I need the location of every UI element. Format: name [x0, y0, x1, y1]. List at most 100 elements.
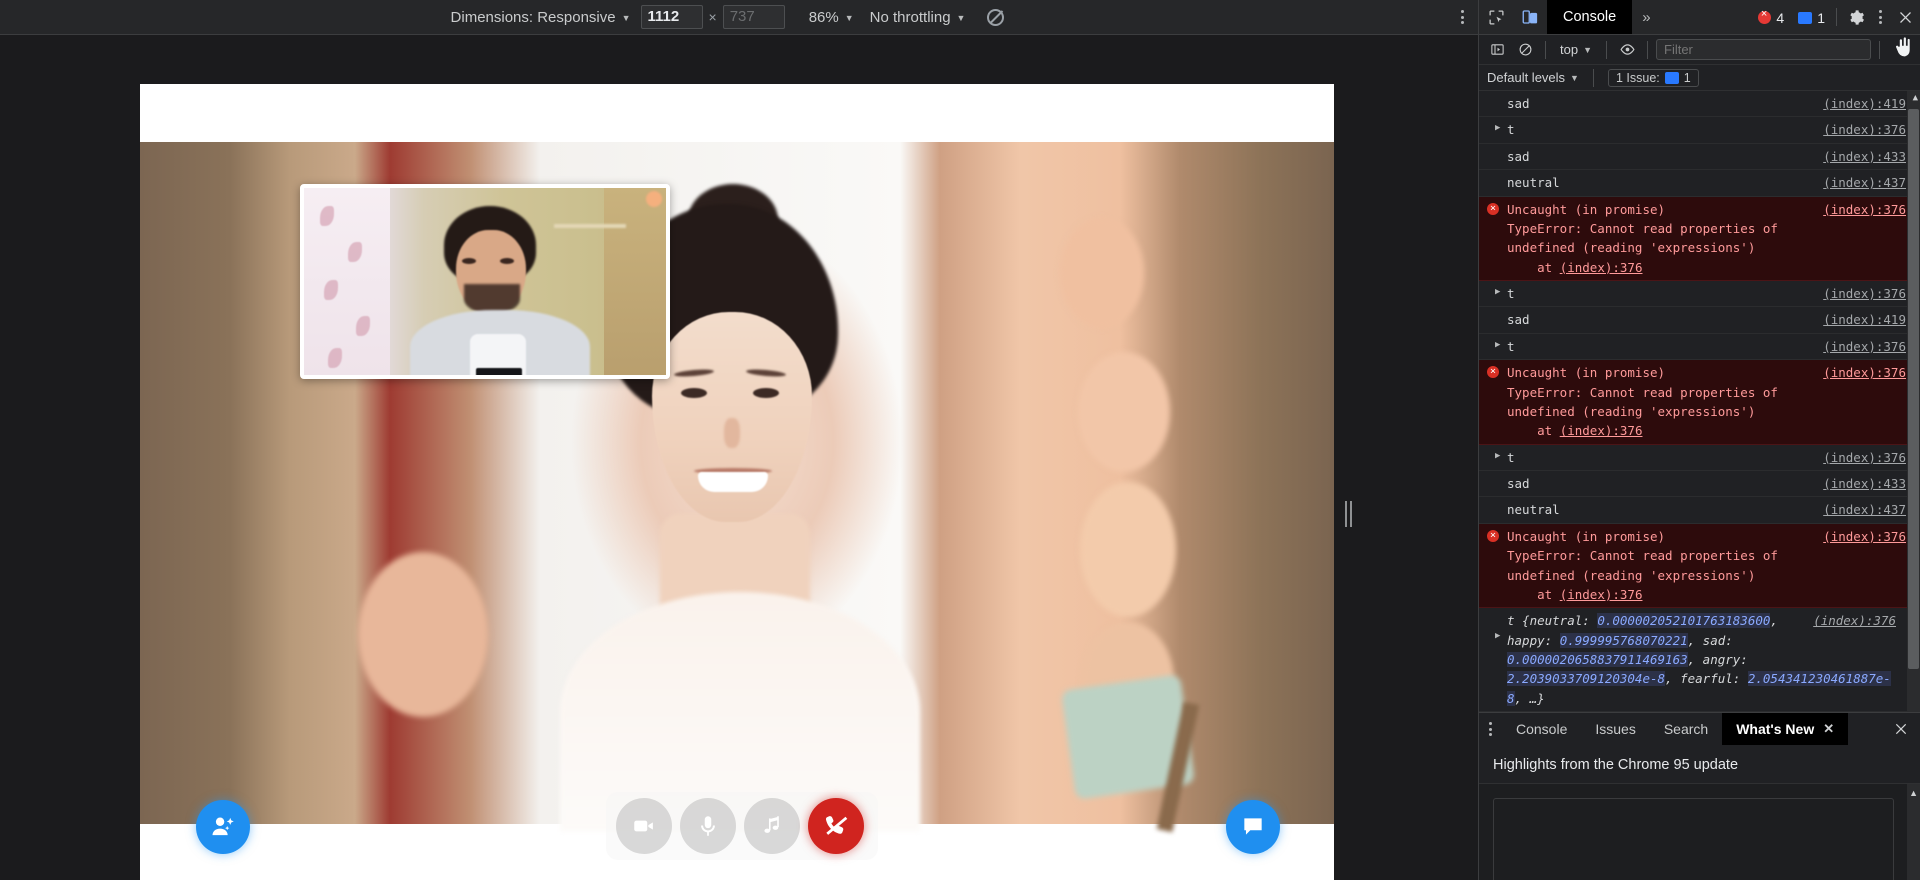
console-message-text: t — [1507, 122, 1515, 138]
device-toolbar-kebab-menu-icon[interactable] — [1447, 10, 1478, 24]
console-log-row[interactable]: ▶ t (index):376 — [1479, 334, 1920, 361]
console-source-link[interactable]: (index):376 — [1823, 363, 1906, 382]
viewport-height-input[interactable]: 737 — [722, 5, 785, 29]
page-render-area — [0, 35, 1478, 880]
console-source-link[interactable]: (index):437 — [1823, 500, 1906, 519]
console-log-row[interactable]: ▶ t (index):376 — [1479, 445, 1920, 471]
camera-button[interactable] — [616, 798, 672, 854]
pip-curtain-background — [304, 188, 390, 375]
microphone-button[interactable] — [680, 798, 736, 854]
console-source-link[interactable]: (index):419 — [1823, 310, 1906, 329]
tabbar-spacer — [1661, 0, 1752, 34]
scroll-up-arrow-icon[interactable]: ▲ — [1909, 788, 1918, 798]
hand-pointer-cursor — [1895, 36, 1911, 58]
devtools-kebab-menu-icon[interactable] — [1871, 0, 1890, 34]
drawer-tab-whats-new-label: What's New — [1736, 721, 1815, 737]
drawer-tab-search[interactable]: Search — [1650, 713, 1722, 745]
viewport-width-input[interactable]: 1112 — [640, 5, 703, 29]
console-log-row[interactable]: sad (index):419 — [1479, 307, 1920, 334]
object-property-key: , angry: — [1687, 652, 1756, 667]
console-message-list[interactable]: sad (index):419 ▶ t (index):376 sad (index):43… — [1479, 91, 1920, 712]
console-log-row[interactable]: ▶ t (index):376 — [1479, 117, 1920, 144]
object-property-key: , sad: — [1687, 632, 1741, 648]
chevron-down-icon: ▼ — [1570, 73, 1579, 83]
console-source-link[interactable]: (index):376 — [1823, 527, 1906, 546]
drawer-tab-issues[interactable]: Issues — [1581, 713, 1649, 745]
end-call-button[interactable] — [808, 798, 864, 854]
music-note-icon — [764, 816, 779, 833]
close-icon — [1899, 11, 1911, 23]
console-log-row[interactable]: sad (index):433 — [1479, 144, 1920, 171]
console-source-link[interactable]: (index):419 — [1823, 94, 1906, 113]
expand-arrow-icon[interactable]: ▶ — [1495, 122, 1500, 136]
console-error-row[interactable]: × Uncaught (in promise) TypeError: Cannot… — [1479, 360, 1920, 445]
music-button[interactable] — [744, 798, 800, 854]
inspect-element-button[interactable] — [1479, 0, 1513, 34]
clear-console-button[interactable] — [1513, 39, 1537, 61]
console-error-row[interactable]: × Uncaught (in promise) TypeError: Cannot… — [1479, 196, 1920, 281]
self-view-pip[interactable] — [300, 184, 670, 379]
chevron-down-icon: ▼ — [844, 12, 854, 23]
toggle-device-toolbar-button[interactable] — [1513, 0, 1547, 34]
live-expression-button[interactable] — [1615, 39, 1639, 61]
whats-new-scrollbar[interactable]: ▲ — [1907, 784, 1920, 880]
console-log-row[interactable]: neutral (index):437 — [1479, 497, 1920, 524]
console-source-link[interactable]: (index):376 — [1823, 284, 1906, 303]
log-levels-selector[interactable]: Default levels ▼ — [1487, 70, 1579, 85]
issues-summary-button[interactable]: 1 Issue: 1 — [1607, 68, 1699, 87]
close-drawer-button[interactable] — [1882, 713, 1920, 745]
tab-console[interactable]: Console — [1547, 0, 1633, 34]
viewport-resize-handle[interactable] — [1343, 500, 1353, 528]
issue-count-badge[interactable]: 1 — [1791, 0, 1832, 35]
console-source-link[interactable]: (index):437 — [1823, 173, 1906, 192]
close-tab-icon[interactable]: ✕ — [1823, 721, 1834, 737]
settings-button[interactable] — [1841, 0, 1871, 34]
throttling-label: No throttling — [869, 8, 951, 26]
console-stack-line: at — [1537, 423, 1553, 439]
clear-console-icon — [1519, 43, 1531, 56]
chat-button[interactable] — [1226, 800, 1280, 854]
error-count-badge[interactable]: 4 — [1751, 0, 1791, 35]
more-tabs-button[interactable]: » — [1632, 0, 1660, 34]
console-source-link[interactable]: (index):376 — [1823, 337, 1906, 356]
console-sidebar-toggle[interactable] — [1485, 39, 1509, 61]
console-log-row[interactable]: ▶ t (index):376 — [1479, 281, 1920, 308]
console-source-link[interactable]: (index):376 — [1823, 120, 1906, 139]
console-source-link[interactable]: (index):433 — [1823, 474, 1906, 493]
console-source-link[interactable]: (index):433 — [1823, 147, 1906, 166]
console-log-row[interactable]: neutral (index):437 — [1479, 170, 1920, 197]
console-log-row[interactable]: sad (index):419 — [1479, 91, 1920, 118]
execution-context-selector[interactable]: top ▼ — [1554, 42, 1598, 57]
add-participant-button[interactable] — [196, 800, 250, 854]
console-message-text: t — [1507, 286, 1515, 301]
dimensions-selector[interactable]: Dimensions: Responsive ▼ — [443, 9, 639, 26]
expand-arrow-icon[interactable]: ▶ — [1495, 630, 1500, 644]
stack-source-link[interactable]: (index):376 — [1560, 260, 1643, 275]
filterbar-divider-1 — [1545, 40, 1546, 59]
console-source-link[interactable]: (index):376 — [1813, 611, 1896, 630]
expand-arrow-icon[interactable]: ▶ — [1495, 450, 1500, 464]
console-log-row[interactable]: sad (index):433 — [1479, 471, 1920, 498]
throttling-selector[interactable]: No throttling ▼ — [862, 9, 974, 26]
console-source-link[interactable]: (index):376 — [1823, 200, 1906, 219]
drawer-tab-console[interactable]: Console — [1502, 713, 1581, 745]
console-scrollbar-thumb[interactable] — [1908, 109, 1919, 669]
console-message-text: sad — [1507, 148, 1530, 164]
close-devtools-button[interactable] — [1890, 0, 1920, 34]
drawer-kebab-menu-icon[interactable] — [1479, 713, 1502, 745]
console-object-preview: (index):376 t {neutral: 0.000002052101763… — [1507, 611, 1906, 708]
console-error-row[interactable]: × Uncaught (in promise) TypeError: Cannot… — [1479, 523, 1920, 609]
drawer-tab-whats-new[interactable]: What's New ✕ — [1722, 713, 1849, 745]
console-filter-input[interactable] — [1656, 39, 1871, 60]
scroll-up-arrow-icon[interactable]: ▲ — [1913, 93, 1918, 103]
expand-arrow-icon[interactable]: ▶ — [1495, 339, 1500, 353]
stack-source-link[interactable]: (index):376 — [1560, 587, 1643, 602]
phone-hangup-icon — [825, 816, 848, 835]
console-source-link[interactable]: (index):376 — [1823, 448, 1906, 467]
expand-arrow-icon[interactable]: ▶ — [1495, 286, 1500, 300]
console-scrollbar[interactable]: ▲ — [1907, 91, 1920, 712]
console-object-row[interactable]: ▶ (index):376 t {neutral: 0.00000205210176… — [1479, 608, 1920, 712]
zoom-selector[interactable]: 86% ▼ — [801, 9, 862, 26]
stack-source-link[interactable]: (index):376 — [1560, 423, 1643, 438]
no-network-throttle-icon[interactable] — [987, 8, 1005, 26]
